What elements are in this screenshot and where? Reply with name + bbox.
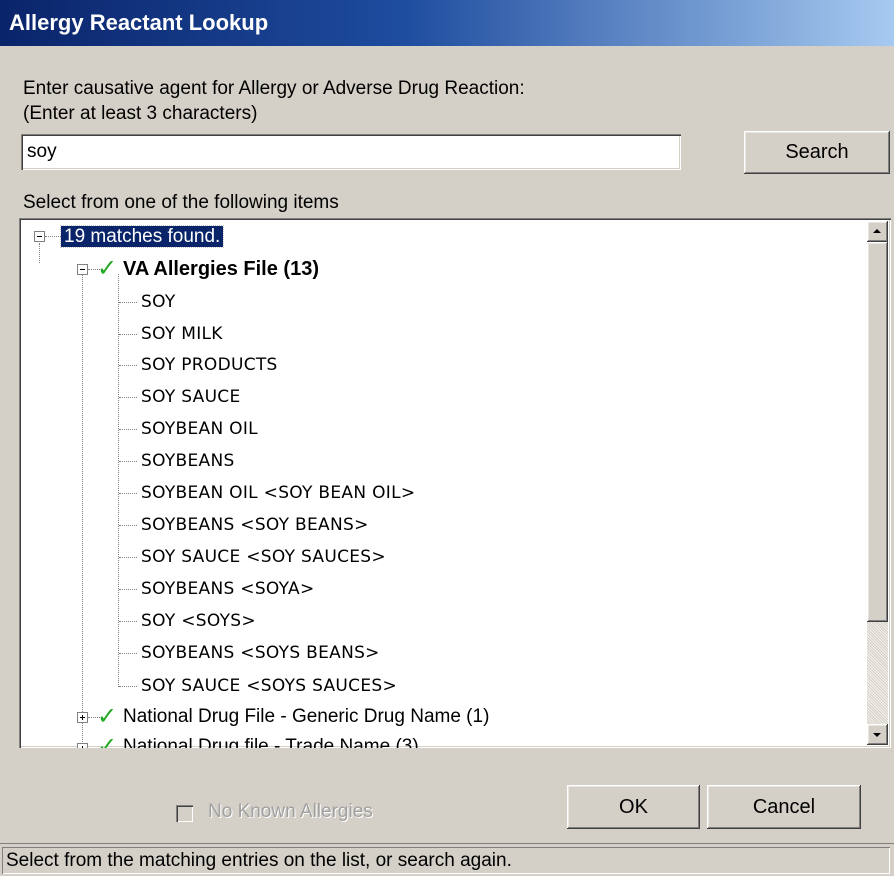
root-collapse-toggle[interactable]: [34, 231, 45, 242]
search-button-label: Search: [785, 141, 849, 163]
tree-item[interactable]: SOY MILK: [141, 321, 223, 347]
status-text: Select from the matching entries on the …: [6, 850, 512, 871]
status-bar: Select from the matching entries on the …: [0, 843, 894, 876]
title-bar[interactable]: Allergy Reactant Lookup: [0, 0, 894, 46]
tree-scrollbar[interactable]: [867, 221, 888, 745]
search-prompt-line2: (Enter at least 3 characters): [23, 103, 258, 124]
tree-root[interactable]: 19 matches found.: [59, 224, 225, 250]
search-input[interactable]: [21, 134, 681, 170]
tree-item[interactable]: SOYBEANS <SOY BEANS>: [141, 512, 369, 538]
results-section-label: Select from one of the following items: [23, 192, 339, 213]
tree-item[interactable]: SOYBEANS: [141, 448, 235, 474]
checkmark-icon: ✓: [97, 702, 118, 730]
tree-group-generic-drug[interactable]: National Drug File - Generic Drug Name (…: [123, 704, 489, 730]
window-title: Allergy Reactant Lookup: [9, 10, 269, 35]
tree-item[interactable]: SOYBEAN OIL: [141, 416, 258, 442]
checkmark-icon: ✓: [97, 254, 118, 282]
scroll-thumb[interactable]: [867, 242, 888, 622]
tree-item[interactable]: SOYBEANS <SOYS BEANS>: [141, 640, 380, 666]
tree-item[interactable]: SOY SAUCE: [141, 384, 241, 410]
tree-group-trade-name[interactable]: National Drug file - Trade Name (3): [123, 734, 419, 748]
ok-button[interactable]: OK: [567, 785, 700, 829]
no-known-allergies-label: No Known Allergies: [208, 801, 373, 822]
tree-item[interactable]: SOY SAUCE <SOY SAUCES>: [141, 544, 386, 570]
tree-item[interactable]: SOY <SOYS>: [141, 608, 256, 634]
tree-item[interactable]: SOY PRODUCTS: [141, 352, 278, 378]
scroll-up-button[interactable]: [867, 221, 888, 242]
va-allergies-collapse-toggle[interactable]: [77, 264, 88, 275]
results-tree[interactable]: 19 matches found. ✓ VA Allergies File (1…: [19, 218, 891, 748]
scroll-up-arrow-icon: [873, 229, 881, 233]
tree-group-va-allergies[interactable]: VA Allergies File (13): [123, 256, 319, 282]
tree-item[interactable]: SOYBEANS <SOYA>: [141, 576, 315, 602]
tree-item[interactable]: SOY SAUCE <SOYS SAUCES>: [141, 673, 397, 699]
allergy-lookup-dialog: Allergy Reactant Lookup Enter causative …: [0, 0, 894, 876]
search-button[interactable]: Search: [744, 131, 890, 174]
no-known-allergies-checkbox[interactable]: [176, 805, 193, 822]
scroll-down-button[interactable]: [867, 724, 888, 745]
tree-item[interactable]: SOYBEAN OIL <SOY BEAN OIL>: [141, 480, 415, 506]
tree-item[interactable]: SOY: [141, 289, 176, 315]
search-prompt-line1: Enter causative agent for Allergy or Adv…: [23, 78, 525, 99]
checkmark-icon: ✓: [97, 732, 118, 748]
tree-root-label: 19 matches found.: [59, 225, 225, 248]
cancel-button-label: Cancel: [752, 795, 816, 818]
generic-drug-expand-toggle[interactable]: [77, 712, 88, 723]
trade-name-expand-toggle[interactable]: [77, 743, 88, 748]
cancel-button[interactable]: Cancel: [707, 785, 861, 829]
ok-button-label: OK: [619, 795, 648, 818]
scroll-down-arrow-icon: [873, 733, 881, 737]
